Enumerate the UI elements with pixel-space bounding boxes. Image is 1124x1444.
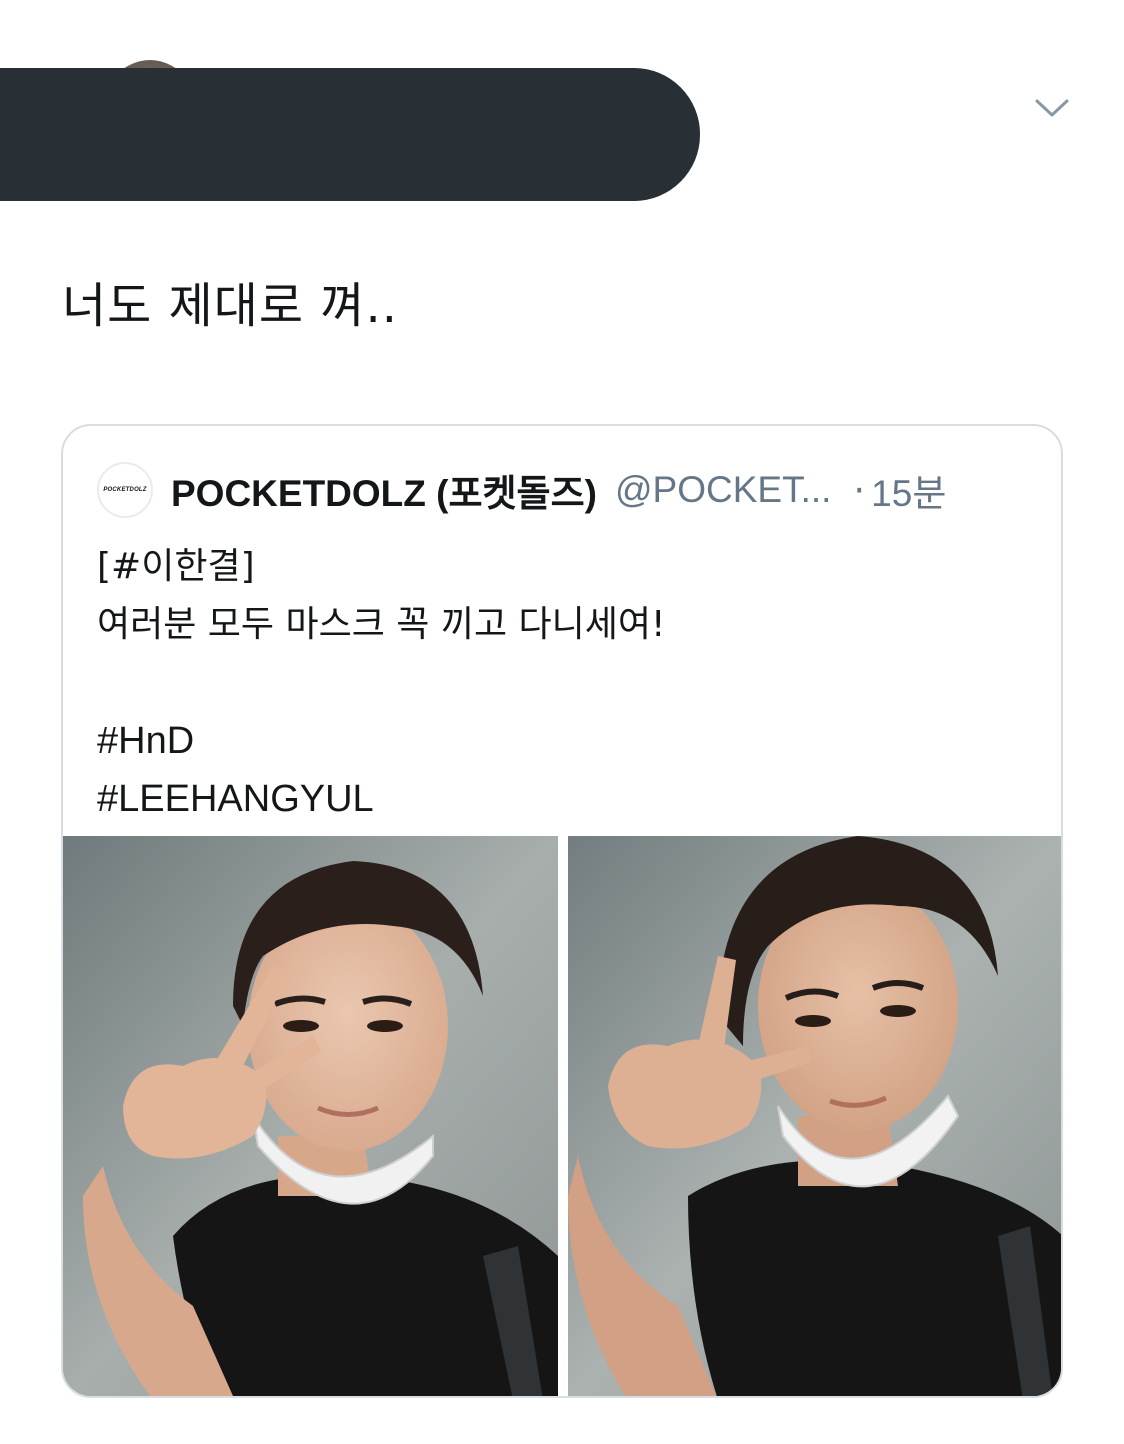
more-options-button[interactable] — [1026, 88, 1078, 128]
media-grid — [63, 836, 1061, 1396]
hashtag-hnd[interactable]: #HnD — [97, 712, 665, 770]
avatar-logo-text: POCKETDOLZ — [103, 487, 147, 493]
photo-2-image — [568, 836, 1061, 1396]
quoted-timestamp[interactable]: 15분 — [871, 463, 946, 517]
tweet-text: 너도 제대로 껴.. — [62, 278, 398, 334]
quoted-tweet-header: POCKETDOLZ POCKETDOLZ (포켓돌즈) @POCKET... … — [97, 460, 946, 520]
separator-dot: · — [853, 468, 866, 512]
body-line-message: 여러분 모두 마스크 꼭 끼고 다니세여! — [97, 604, 666, 645]
photo-1[interactable] — [63, 836, 558, 1396]
body-line-hashtag-name[interactable]: [#이한결] — [97, 538, 665, 596]
hashtag-leehangyul[interactable]: #LEEHANGYUL — [97, 770, 665, 828]
quoted-tweet-body: [#이한결] 여러분 모두 마스크 꼭 끼고 다니세여! #HnD #LEEHA… — [97, 538, 665, 828]
quoted-author-name[interactable]: POCKETDOLZ (포켓돌즈) — [171, 463, 597, 517]
chevron-down-icon — [1035, 99, 1069, 117]
photo-2[interactable] — [568, 836, 1061, 1396]
quoted-tweet-card[interactable]: POCKETDOLZ POCKETDOLZ (포켓돌즈) @POCKET... … — [61, 424, 1063, 1398]
quoted-author-handle[interactable]: @POCKET... — [615, 469, 831, 511]
body-line-blank — [97, 654, 665, 712]
quoted-author-avatar[interactable]: POCKETDOLZ — [97, 462, 153, 518]
photo-1-image — [63, 836, 558, 1396]
redacted-author-info — [0, 68, 700, 201]
